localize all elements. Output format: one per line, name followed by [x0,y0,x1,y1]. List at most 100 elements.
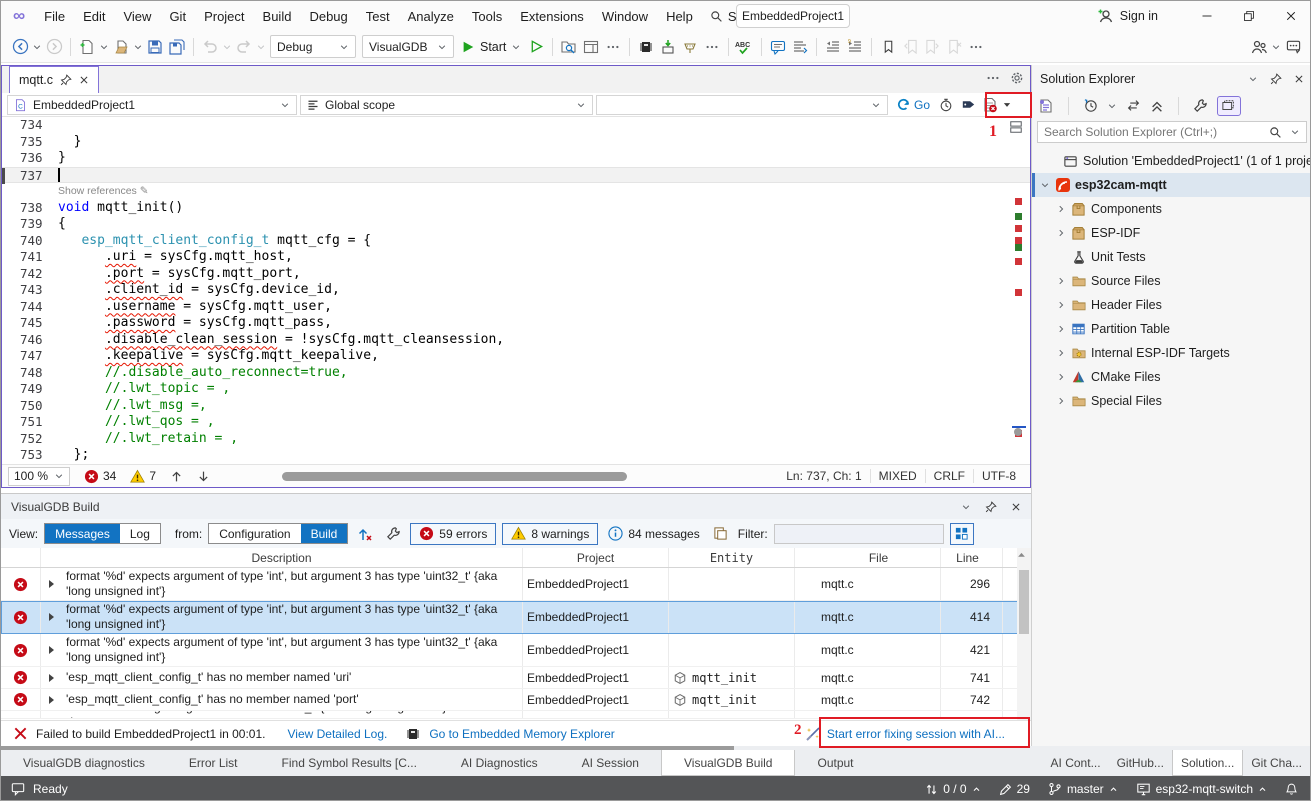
scrollbar-thumb[interactable] [1019,570,1029,634]
history-button[interactable] [935,95,957,115]
git-branch-picker[interactable]: master [1042,782,1124,796]
split-editor-handle[interactable] [1009,119,1023,135]
show-all-files-icon[interactable] [1217,96,1241,116]
side-tab-solution-[interactable]: Solution... [1172,750,1243,776]
error-row[interactable]: format '%d' expects argument of type 'in… [1,634,1031,667]
new-file-button[interactable] [76,36,98,58]
next-bookmark-button[interactable] [921,36,943,58]
scroll-up-arrow-icon[interactable] [1017,551,1031,558]
start-debug-button[interactable]: Start [457,40,525,54]
column-header-file[interactable]: File [795,548,941,567]
window-layout-button[interactable] [580,36,602,58]
filter-input[interactable] [774,524,944,544]
pending-changes-filter-icon[interactable] [1083,98,1098,113]
tree-item-unit-tests[interactable]: Unit Tests [1032,245,1311,269]
chevron-right-icon[interactable] [1054,348,1068,358]
zoom-level-dropdown[interactable]: 100 % [8,467,70,486]
sign-in-button[interactable]: Sign in [1098,8,1158,24]
editor-settings-gear-icon[interactable] [1010,71,1024,85]
bottom-tab-find-symbol-results-c-[interactable]: Find Symbol Results [C... [260,750,439,776]
code-line[interactable]: 735 } [2,134,1030,151]
bottom-tab-visualgdb-diagnostics[interactable]: VisualGDB diagnostics [1,750,167,776]
tree-item-project[interactable]: esp32cam-mqtt [1032,173,1311,197]
code-line[interactable]: 752 //.lwt_retain = , [2,431,1030,448]
tree-item-internal-esp-idf-targets[interactable]: Internal ESP-IDF Targets [1032,341,1311,365]
new-file-dropdown[interactable] [98,36,110,58]
label-button[interactable] [957,95,979,115]
code-line[interactable]: 740 esp_mqtt_client_config_t mqtt_cfg = … [2,233,1030,250]
go-button[interactable]: Go [891,97,935,112]
horizontal-scrollbar-thumb[interactable] [282,472,627,481]
toolbar-overflow-button[interactable] [602,36,624,58]
embedded-memory-button[interactable] [635,36,657,58]
program-flash-button[interactable] [657,36,679,58]
code-line[interactable]: 750 //.lwt_msg =, [2,398,1030,415]
codelens-row[interactable]: Show references ✎ [2,183,1030,200]
code-line[interactable]: 737 [2,167,1030,184]
file-errors-badge[interactable]: 34 [84,469,116,484]
table-vertical-scrollbar[interactable] [1017,548,1031,720]
warnings-filter-button[interactable]: 8 warnings [502,523,598,545]
error-file-actions-button[interactable] [979,95,1001,115]
chevron-right-icon[interactable] [1054,276,1068,286]
chevron-right-icon[interactable] [1054,396,1068,406]
live-share-button[interactable] [1248,36,1270,58]
chevron-right-icon[interactable] [1054,228,1068,238]
panel-menu-icon[interactable] [1248,74,1258,84]
solution-explorer-search-input[interactable]: Search Solution Explorer (Ctrl+;) [1037,121,1307,143]
project-dropdown[interactable]: CEmbeddedProject1 [7,95,297,115]
jump-to-error-icon[interactable] [354,523,376,545]
chevron-right-icon[interactable] [1054,300,1068,310]
code-line[interactable]: 746 .disable_clean_session = !sysCfg.mqt… [2,332,1030,349]
scope-dropdown[interactable]: Global scope [300,95,593,115]
column-layout-icon[interactable] [950,523,974,545]
view-detailed-log-link[interactable]: View Detailed Log. [287,727,387,741]
solution-configuration-dropdown[interactable]: Debug [270,35,356,58]
code-line[interactable]: 741 .uri = sysCfg.mqtt_host, [2,249,1030,266]
feedback-status-icon[interactable] [11,782,25,796]
menu-extensions[interactable]: Extensions [511,5,593,28]
view-log-button[interactable]: Log [120,524,160,543]
increase-indent-button[interactable]: 9 [844,36,866,58]
menu-file[interactable]: File [35,5,74,28]
notifications-bell[interactable] [1279,782,1304,796]
pin-icon[interactable] [985,501,997,513]
next-issue-button[interactable] [197,470,210,483]
menu-view[interactable]: View [114,5,160,28]
code-line[interactable]: 753 }; [2,447,1030,464]
pin-icon[interactable] [1270,73,1282,85]
member-dropdown[interactable] [596,95,888,115]
tree-item-cmake-files[interactable]: CMake Files [1032,365,1311,389]
code-line[interactable]: 743 .client_id = sysCfg.device_id, [2,282,1030,299]
menu-test[interactable]: Test [357,5,399,28]
navigate-back-button[interactable] [9,36,31,58]
panel-horizontal-scrollbar[interactable] [1,746,734,750]
chevron-right-icon[interactable] [1054,324,1068,334]
tab-mqtt-c[interactable]: mqtt.c [9,66,99,93]
messages-filter-button[interactable]: 84 messages [604,526,703,541]
chevron-right-icon[interactable] [1054,372,1068,382]
code-line[interactable]: 742 .port = sysCfg.mqtt_port, [2,266,1030,283]
redo-dropdown[interactable] [255,36,267,58]
from-configuration-button[interactable]: Configuration [209,524,300,543]
bottom-tab-ai-session[interactable]: AI Session [560,750,661,776]
menu-tools[interactable]: Tools [463,5,511,28]
prev-bookmark-button[interactable] [899,36,921,58]
run-without-debug-button[interactable] [525,36,547,58]
menu-build[interactable]: Build [254,5,301,28]
open-file-button[interactable] [110,36,132,58]
close-window-button[interactable] [1270,1,1311,31]
line-ending[interactable]: CRLF [925,469,973,483]
menu-analyze[interactable]: Analyze [399,5,463,28]
tab-overflow-icon[interactable] [986,71,1000,85]
menu-debug[interactable]: Debug [300,5,356,28]
tree-item-solution[interactable]: Solution 'EmbeddedProject1' (1 of 1 proj… [1032,149,1311,173]
navigate-back-dropdown[interactable] [31,36,43,58]
bookmarks-overflow-button[interactable] [965,36,987,58]
code-line[interactable]: 739{ [2,216,1030,233]
bottom-tab-visualgdb-build[interactable]: VisualGDB Build [661,750,796,776]
toggle-comment-button[interactable] [767,36,789,58]
open-file-dropdown[interactable] [132,36,144,58]
tree-item-source-files[interactable]: Source Files [1032,269,1311,293]
minimize-button[interactable] [1186,1,1228,31]
